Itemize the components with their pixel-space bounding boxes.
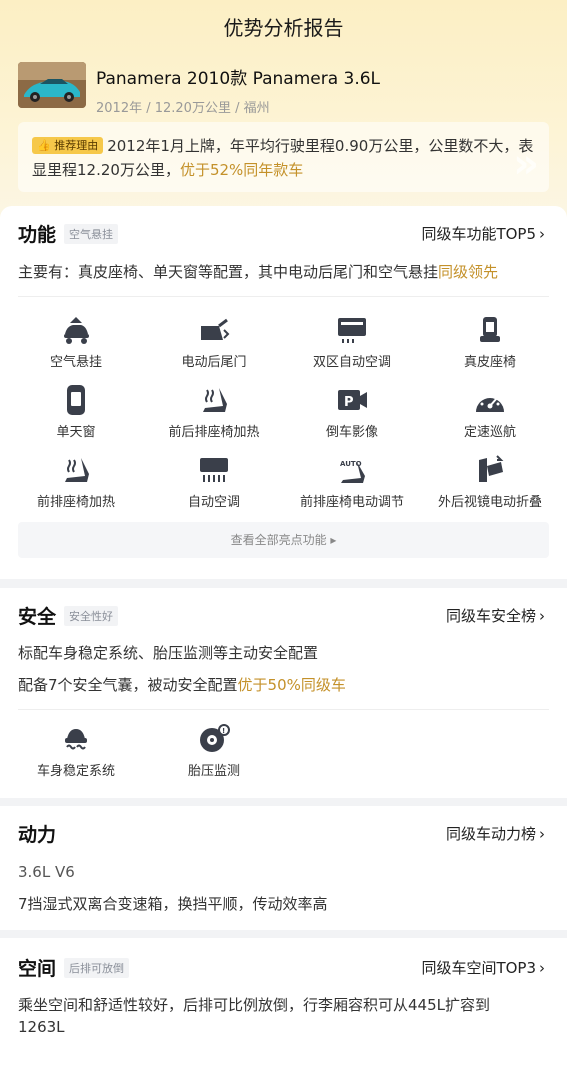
space-description: 乘坐空间和舒适性较好，后排可比例放倒，行李厢容积可从445L扩容到1263L	[18, 996, 490, 1036]
divider	[18, 709, 549, 710]
safety-ranking-link[interactable]: 同级车安全榜 ›	[446, 605, 545, 626]
svg-text:!: !	[222, 727, 225, 735]
transmission-spec: 7挡湿式双离合变速箱，换挡平顺，传动效率高	[18, 895, 328, 913]
air-suspension-icon	[64, 317, 89, 344]
power-title: 动力	[18, 824, 57, 846]
safety-card: 安全 安全性好 同级车安全榜 › 标配车身稳定系统、胎压监测等主动安全配置 配备7…	[0, 588, 567, 798]
front-seat-heating-icon	[65, 458, 89, 482]
space-title: 空间	[18, 958, 57, 980]
sunroof-icon	[67, 385, 85, 415]
safety-line1: 标配车身稳定系统、胎压监测等主动安全配置	[18, 644, 319, 662]
car-summary[interactable]: Panamera 2010款 Panamera 3.6L 2012年 / 12.…	[18, 62, 380, 116]
space-card: 空间 后排可放倒 同级车空间TOP3 › 乘坐空间和舒适性较好，后排可比例放倒，行…	[0, 938, 567, 1085]
car-meta: 2012年 / 12.20万公里 / 福州	[96, 101, 270, 116]
feature-item: 定速巡航	[420, 384, 560, 440]
mirror-fold-icon	[479, 455, 504, 482]
power-ranking-link[interactable]: 同级车动力榜 ›	[446, 823, 545, 844]
recommend-reason-box: 👍 推荐理由 2012年1月上牌，年平均行驶里程0.90万公里，公里数不大，表显里…	[18, 122, 549, 192]
feature-item: 前排座椅加热	[6, 454, 146, 510]
recommend-reason-tag: 👍 推荐理由	[32, 137, 104, 154]
feature-item: 空气悬挂	[6, 314, 146, 370]
svg-text:AUTO: AUTO	[340, 460, 362, 468]
leather-seat-icon	[480, 317, 500, 342]
safety-tag: 安全性好	[64, 605, 119, 626]
feature-item: AUTO 前排座椅电动调节	[282, 454, 422, 510]
car-name: Panamera 2010款 Panamera 3.6L	[96, 69, 381, 89]
dual-zone-ac-icon	[338, 318, 366, 343]
reverse-camera-icon: P	[338, 390, 367, 410]
engine-spec: 3.6L V6	[18, 863, 75, 881]
safety-feature-item: ! 胎压监测	[144, 723, 284, 779]
feature-item: 电动后尾门	[144, 314, 284, 370]
feature-item: 真皮座椅	[420, 314, 560, 370]
safety-title: 安全	[18, 606, 57, 628]
features-card: 功能 空气悬挂 同级车功能TOP5 › 主要有：真皮座椅、单天窗等配置，其中电动后…	[0, 206, 567, 579]
feature-item: 双区自动空调	[282, 314, 422, 370]
tire-pressure-icon: !	[200, 724, 230, 752]
page-title: 优势分析报告	[223, 16, 344, 40]
decorative-chevron-icon: »	[513, 141, 539, 187]
stability-control-icon	[65, 729, 87, 750]
power-seat-icon: AUTO	[340, 460, 365, 483]
chevron-right-icon: ›	[539, 225, 545, 243]
space-top3-link[interactable]: 同级车空间TOP3 ›	[421, 957, 545, 978]
features-top5-link[interactable]: 同级车功能TOP5 ›	[421, 223, 545, 244]
svg-text:P: P	[344, 395, 354, 410]
car-thumbnail	[18, 62, 86, 108]
chevron-right-icon: ›	[539, 959, 545, 977]
safety-feature-item: 车身稳定系统	[6, 723, 146, 779]
chevron-right-icon: ›	[539, 825, 545, 843]
safety-line2: 配备7个安全气囊，被动安全配置优于50%同级车	[18, 676, 346, 694]
feature-item: 前后排座椅加热	[144, 384, 284, 440]
seat-heating-icon	[203, 388, 227, 412]
feature-item: P 倒车影像	[282, 384, 422, 440]
chevron-right-icon: ›	[539, 607, 545, 625]
features-summary: 主要有：真皮座椅、单天窗等配置，其中电动后尾门和空气悬挂同级领先	[18, 263, 499, 281]
feature-item: 自动空调	[144, 454, 284, 510]
features-tag: 空气悬挂	[64, 223, 119, 244]
auto-ac-icon	[200, 458, 228, 482]
feature-item: 外后视镜电动折叠	[420, 454, 560, 510]
feature-item: 单天窗	[6, 384, 146, 440]
power-tailgate-icon	[201, 318, 230, 340]
recommend-reason-highlight: 优于52%同年款车	[179, 161, 304, 179]
features-title: 功能	[18, 224, 57, 246]
cruise-control-icon	[476, 397, 504, 412]
space-tag: 后排可放倒	[64, 957, 130, 978]
power-card: 动力 同级车动力榜 › 3.6L V6 7挡湿式双离合变速箱，换挡平顺，传动效率高	[0, 806, 567, 930]
view-all-features-button[interactable]: 查看全部亮点功能 ▸	[18, 522, 549, 558]
divider	[18, 296, 549, 297]
